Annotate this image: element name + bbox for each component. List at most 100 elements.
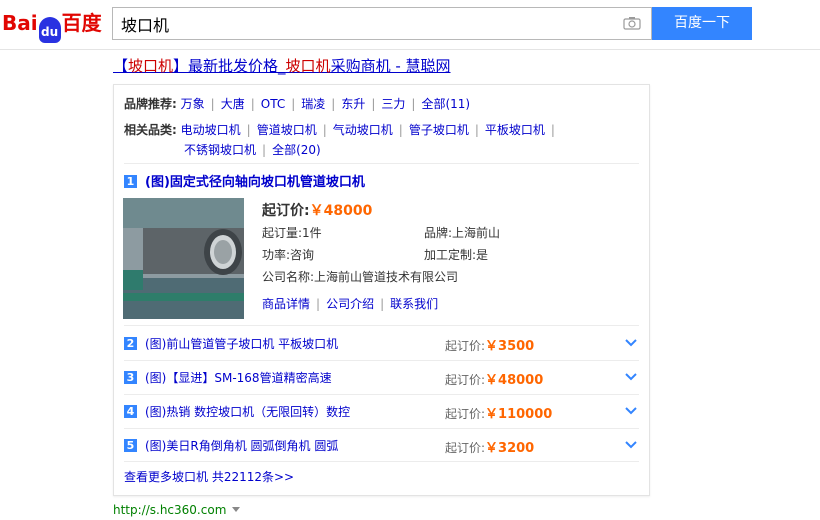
related-link[interactable]: 管子坡口机 xyxy=(409,123,469,137)
item-price: 起订价:￥48000 xyxy=(445,369,543,388)
item-price: 起订价:￥3500 xyxy=(445,335,534,354)
separator: | xyxy=(474,123,479,137)
product-image[interactable] xyxy=(123,198,244,319)
price-label: 起订价: xyxy=(445,441,486,455)
logo-cn: 百度 xyxy=(61,11,102,35)
separator: | xyxy=(331,97,336,111)
item-title[interactable]: 2 (图)前山管道管子坡口机 平板坡口机 xyxy=(124,335,338,352)
rank-badge: 4 xyxy=(124,405,137,418)
separator: | xyxy=(291,97,296,111)
list-item[interactable]: 3 (图)【显进】SM-168管道精密高速 起订价:￥48000 xyxy=(124,361,639,394)
related-all-link[interactable]: 全部(20) xyxy=(272,143,321,157)
related-row-2: 不锈钢坡口机 | 全部(20) xyxy=(184,141,321,158)
related-label: 相关品类: xyxy=(124,123,177,137)
price-label: 起订价: xyxy=(445,339,486,353)
item-title[interactable]: 3 (图)【显进】SM-168管道精密高速 xyxy=(124,369,332,386)
separator: | xyxy=(371,97,376,111)
dropdown-triangle-icon[interactable] xyxy=(232,507,241,512)
custom-text: 加工定制:是 xyxy=(424,248,489,262)
item-title-text: (图)热销 数控坡口机（无限回转）数控 xyxy=(145,405,351,419)
price-value: ￥110000 xyxy=(485,407,553,422)
related-link[interactable]: 不锈钢坡口机 xyxy=(184,143,256,157)
product-detail-link[interactable]: 商品详情 xyxy=(262,297,310,311)
related-link[interactable]: 平板坡口机 xyxy=(485,123,545,137)
related-link[interactable]: 管道坡口机 xyxy=(257,123,317,137)
camera-icon[interactable] xyxy=(623,16,641,30)
first-price: 起订价:￥48000 xyxy=(262,200,372,220)
price-label: 起订价: xyxy=(262,203,310,219)
chevron-down-icon[interactable] xyxy=(623,370,639,384)
chevron-down-icon[interactable] xyxy=(623,404,639,418)
separator: | xyxy=(322,123,327,137)
baidu-logo[interactable]: Bai du 百度 xyxy=(2,8,102,43)
title-highlight: 坡口机 xyxy=(128,57,174,75)
search-box xyxy=(112,7,652,40)
title-part: 采购商机 - 慧聪网 xyxy=(330,57,451,75)
first-item-links: 商品详情 | 公司介绍 | 联系我们 xyxy=(262,295,438,312)
list-item[interactable]: 5 (图)美日R角倒角机 圆弧倒角机 圆弧 起订价:￥3200 xyxy=(124,429,639,462)
company-intro-link[interactable]: 公司介绍 xyxy=(326,297,374,311)
search-input[interactable] xyxy=(113,8,603,39)
price-value: ￥48000 xyxy=(485,373,544,388)
related-row: 相关品类: 电动坡口机 | 管道坡口机 | 气动坡口机 | 管子坡口机 | 平板坡口机 | xyxy=(124,121,561,138)
result-url-text: http://s.hc360.com xyxy=(113,503,227,517)
brand-link[interactable]: 东升 xyxy=(341,97,365,111)
price-value: ￥3200 xyxy=(485,441,535,456)
brand-link[interactable]: 大唐 xyxy=(221,97,245,111)
related-link[interactable]: 气动坡口机 xyxy=(333,123,393,137)
header: Baidu百度 百度一下 xyxy=(0,0,820,50)
list-item[interactable]: 4 (图)热销 数控坡口机（无限回转）数控 起订价:￥110000 xyxy=(124,395,639,428)
item-title-text: (图)前山管道管子坡口机 平板坡口机 xyxy=(145,337,339,351)
item-title[interactable]: 4 (图)热销 数控坡口机（无限回转）数控 xyxy=(124,403,350,420)
first-item-title-text: (图)固定式径向轴向坡口机管道坡口机 xyxy=(145,175,365,190)
result-title-link[interactable]: 【坡口机】最新批发价格_坡口机采购商机 - 慧聪网 xyxy=(113,55,451,76)
separator: | xyxy=(316,297,321,311)
chevron-down-icon[interactable] xyxy=(623,438,639,452)
moq-text: 起订量:1件 xyxy=(262,226,322,240)
brand-link[interactable]: 瑞凌 xyxy=(301,97,325,111)
brand-label: 品牌推荐: xyxy=(124,97,177,111)
related-link[interactable]: 电动坡口机 xyxy=(181,123,241,137)
first-item-title[interactable]: 1 (图)固定式径向轴向坡口机管道坡口机 xyxy=(124,171,365,190)
result-url[interactable]: http://s.hc360.com xyxy=(113,503,241,517)
rank-badge: 3 xyxy=(124,371,137,384)
brand-link[interactable]: 万象 xyxy=(181,97,205,111)
separator: | xyxy=(380,297,385,311)
result-card: 品牌推荐: 万象 | 大唐 | OTC | 瑞凌 | 东升 | 三力 | 全部(11) 相关品类: 电动… xyxy=(113,84,650,496)
item-price: 起订价:￥110000 xyxy=(445,403,552,422)
item-price: 起订价:￥3200 xyxy=(445,437,534,456)
item-title[interactable]: 5 (图)美日R角倒角机 圆弧倒角机 圆弧 xyxy=(124,437,338,454)
power-text: 功率:咨询 xyxy=(262,248,315,262)
separator: | xyxy=(262,143,267,157)
title-part: 】最新批发价格_ xyxy=(173,57,286,75)
item-title-text: (图)【显进】SM-168管道精密高速 xyxy=(145,371,332,385)
price-value: ￥48000 xyxy=(309,203,373,219)
separator: | xyxy=(411,97,416,111)
search-button[interactable]: 百度一下 xyxy=(652,7,752,40)
rank-badge: 5 xyxy=(124,439,137,452)
price-label: 起订价: xyxy=(445,373,486,387)
brand-link[interactable]: OTC xyxy=(261,97,285,111)
title-highlight: 坡口机 xyxy=(285,57,331,75)
company-text: 公司名称:上海前山管道技术有限公司 xyxy=(262,270,459,284)
separator: | xyxy=(550,123,555,137)
item-title-text: (图)美日R角倒角机 圆弧倒角机 圆弧 xyxy=(145,439,339,453)
divider xyxy=(124,461,639,462)
price-label: 起订价: xyxy=(445,407,486,421)
logo-paw-icon: du xyxy=(38,17,61,43)
list-item[interactable]: 2 (图)前山管道管子坡口机 平板坡口机 起订价:￥3500 xyxy=(124,327,639,360)
title-part: 【 xyxy=(113,57,129,75)
separator: | xyxy=(398,123,403,137)
separator: | xyxy=(210,97,215,111)
separator: | xyxy=(246,123,251,137)
divider xyxy=(124,325,639,326)
contact-us-link[interactable]: 联系我们 xyxy=(390,297,438,311)
brand-row: 品牌推荐: 万象 | 大唐 | OTC | 瑞凌 | 东升 | 三力 | 全部(11) xyxy=(124,95,470,112)
brand-link[interactable]: 三力 xyxy=(381,97,405,111)
separator: | xyxy=(250,97,255,111)
brand-text: 品牌:上海前山 xyxy=(424,226,501,240)
logo-bai: Bai xyxy=(2,11,38,35)
view-more-link[interactable]: 查看更多坡口机 共22112条>> xyxy=(124,468,294,485)
chevron-down-icon[interactable] xyxy=(623,336,639,350)
brand-all-link[interactable]: 全部(11) xyxy=(421,97,470,111)
